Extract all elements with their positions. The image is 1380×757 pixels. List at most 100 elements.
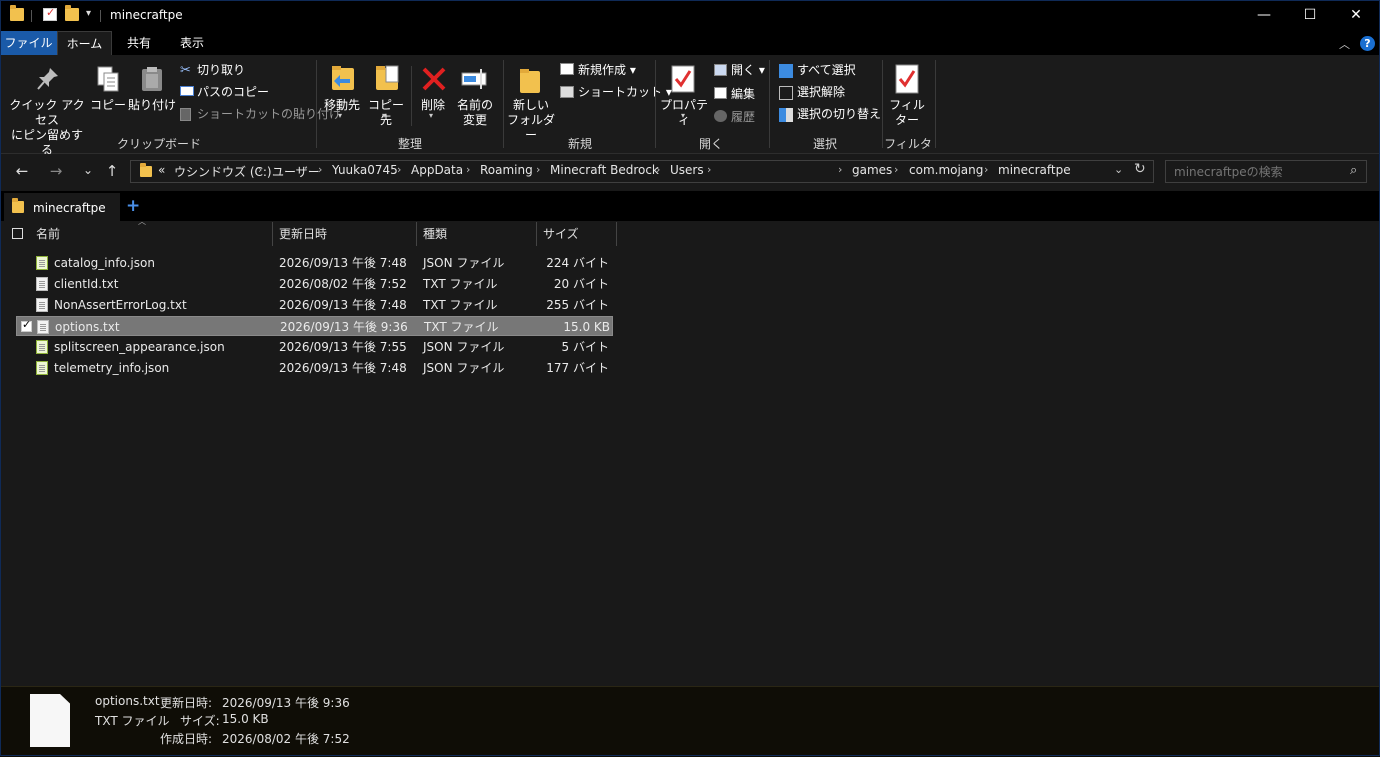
breadcrumb-com-mojang[interactable]: com.mojang [909,163,983,177]
chevron-right-icon[interactable]: › [894,163,898,176]
divider [935,60,936,148]
column-header-size[interactable]: サイズ [543,222,579,246]
file-size: 5 バイト [561,340,609,354]
paste-button[interactable]: 貼り付け [128,98,176,113]
file-row[interactable]: catalog_info.json 2026/09/13 午後 7:48 JSON … [16,253,613,273]
breadcrumb-drive[interactable]: ウシンドウズ (C:) [174,163,272,180]
new-item-button[interactable]: 新規作成 ▾ [578,62,636,78]
file-row[interactable]: telemetry_info.json 2026/09/13 午後 7:48 JSO… [16,358,613,378]
select-all-button[interactable]: すべて選択 [797,62,856,78]
tab-minecraftpe[interactable]: minecraftpe [4,193,120,221]
properties-quick-icon[interactable]: ✓ [43,6,57,21]
column-divider[interactable] [536,222,537,246]
filter-button[interactable]: フィル ター [888,98,926,128]
row-checkbox[interactable]: ✓ [21,318,32,332]
collapse-ribbon-icon[interactable]: ︿ [1339,36,1350,52]
breadcrumb-minecraftpe[interactable]: minecraftpe [998,163,1071,177]
quick-access-dropdown-icon[interactable]: ▾ [86,8,91,19]
file-row[interactable]: clientId.txt 2026/08/02 午後 7:52 TXT ファイル 20… [16,274,613,294]
copy-button[interactable]: コピー [88,98,128,113]
file-row[interactable]: NonAssertErrorLog.txt 2026/09/13 午後 7:48 T… [16,295,613,315]
forward-button[interactable]: → [46,162,66,180]
select-none-button[interactable]: 選択解除 [797,84,845,100]
file-type: JSON ファイル [423,256,505,270]
shortcut-label: ショートカット [578,85,663,99]
select-all-checkbox[interactable] [12,228,23,239]
search-icon[interactable]: ⌕ [1350,163,1357,178]
cut-button[interactable]: 切り取り [197,62,245,78]
new-folder-quick-icon[interactable] [65,5,79,21]
history-button[interactable]: 履歴 [731,109,755,125]
chevron-right-icon[interactable]: › [258,163,262,176]
file-row[interactable]: splitscreen_appearance.json 2026/09/13 午後… [16,337,613,357]
tab-label: minecraftpe [33,201,106,215]
divider [769,60,770,148]
folder-icon [12,198,24,213]
back-button[interactable]: ← [12,162,32,180]
column-header-type[interactable]: 種類 [423,222,447,246]
file-size: 177 バイト [546,361,609,375]
paste-shortcut-button[interactable]: ショートカットの貼り付け [197,106,341,122]
breadcrumb-users[interactable]: ユーザー [272,163,320,180]
file-size: 255 バイト [546,298,609,312]
up-button[interactable]: ↑ [102,162,122,180]
tab-home[interactable]: ホーム [57,31,112,55]
breadcrumb-overflow[interactable]: « [158,163,165,177]
copy-path-button[interactable]: パスのコピー [197,84,269,100]
chevron-right-icon[interactable]: › [707,163,711,176]
breadcrumb-users-folder[interactable]: Users [670,163,704,177]
chevron-right-icon[interactable]: › [397,163,401,176]
chevron-right-icon[interactable]: › [466,163,470,176]
pin-icon [36,66,60,92]
tab-file[interactable]: ファイル [0,31,57,55]
edit-button[interactable]: 編集 [731,86,755,102]
search-box[interactable]: ⌕ [1165,160,1367,183]
file-row[interactable]: ✓ options.txt 2026/09/13 午後 9:36 TXT ファイル 15… [16,316,613,336]
address-dropdown-icon[interactable]: ⌄ [1114,163,1123,176]
chevron-right-icon[interactable]: › [318,163,322,176]
open-icon [714,64,727,76]
column-header-name[interactable]: 名前 [36,222,60,246]
dropdown-arrow-icon: ▾ [681,111,686,120]
copy-icon [96,66,120,92]
search-input[interactable] [1172,164,1346,180]
file-name: telemetry_info.json [54,361,170,375]
divider [100,10,101,22]
column-divider[interactable] [416,222,417,246]
rename-button[interactable]: 名前の 変更 [452,98,498,128]
help-icon[interactable]: ? [1360,36,1375,51]
chevron-right-icon[interactable]: › [536,163,540,176]
new-tab-button[interactable]: + [126,196,140,216]
filter-icon [895,64,919,94]
column-divider[interactable] [616,222,617,246]
breadcrumb-games[interactable]: games [852,163,892,177]
breadcrumb-roaming[interactable]: Roaming [480,163,533,177]
breadcrumb-minecraft-bedrock[interactable]: Minecraft Bedrock [550,163,659,177]
recent-locations-button[interactable]: ⌄ [78,163,98,177]
paste-icon [140,66,164,92]
column-divider[interactable] [272,222,273,246]
open-label: 開く [731,63,756,77]
chevron-right-icon[interactable]: › [656,163,660,176]
file-name: catalog_info.json [54,256,155,270]
tab-share[interactable]: 共有 [112,31,166,55]
pin-to-quick-access-button[interactable]: クイック アクセス にピン留めする [6,98,88,158]
chevron-right-icon[interactable]: › [984,163,988,176]
details-file-type: TXT ファイル [95,714,170,728]
new-folder-icon [518,66,542,93]
new-folder-button[interactable]: 新しい フォルダー [506,98,556,143]
refresh-icon[interactable]: ↻ [1134,161,1146,177]
tab-view[interactable]: 表示 [166,31,218,55]
maximize-button[interactable]: ☐ [1287,0,1333,31]
open-button[interactable]: 開く ▾ [731,62,765,78]
invert-selection-button[interactable]: 選択の切り替え [797,106,881,122]
chevron-right-icon[interactable]: › [838,163,842,176]
breadcrumb-user[interactable]: Yuuka0745 [332,163,398,177]
breadcrumb-appdata[interactable]: AppData [411,163,463,177]
copy-path-icon [180,86,194,96]
file-size: 20 バイト [553,277,609,291]
close-button[interactable]: ✕ [1333,0,1379,31]
title-bar[interactable]: ✓ ▾ minecraftpe — ☐ ✕ [0,0,1380,31]
column-header-modified[interactable]: 更新日時 [279,222,327,246]
minimize-button[interactable]: — [1241,0,1287,31]
